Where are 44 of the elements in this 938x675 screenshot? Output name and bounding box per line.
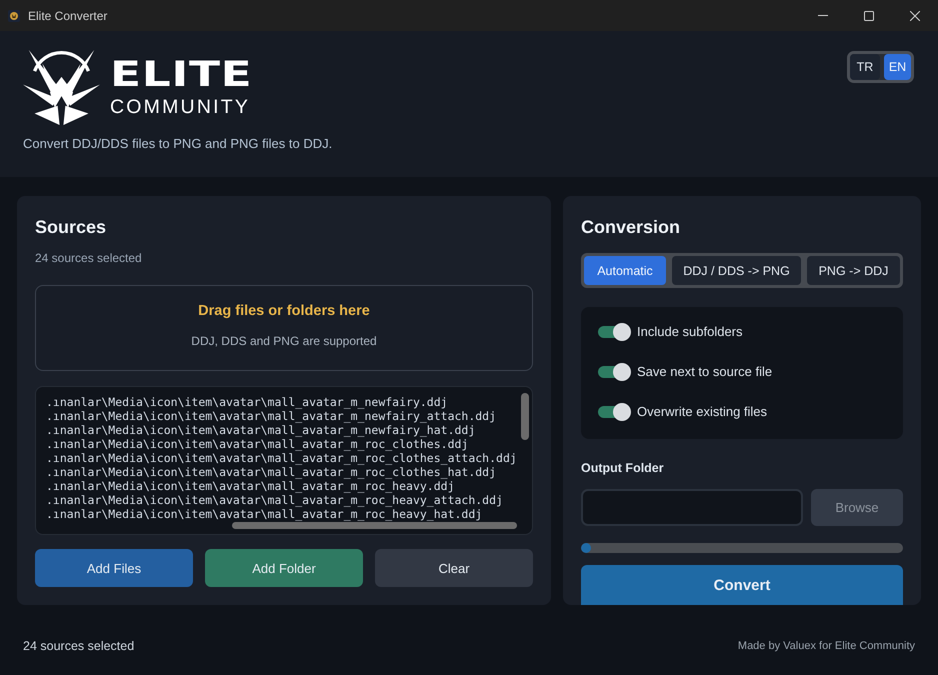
logo-wordmark: ELITE — [110, 58, 252, 92]
maximize-icon[interactable] — [864, 10, 874, 20]
field-label: Output Folder — [581, 460, 665, 476]
vertical-scrollbar[interactable] — [521, 393, 529, 440]
logo-emblem-icon — [23, 50, 100, 125]
horizontal-scrollbar[interactable] — [232, 522, 517, 529]
language-button[interactable]: TR — [850, 54, 880, 80]
file-path[interactable]: .ınanlar\Media\icon\item\avatar\mall_avatar_m_roc_heavy_hat.ddj — [46, 507, 482, 521]
logo-subtitle: COMMUNITY — [110, 97, 250, 117]
drop-zone[interactable]: Drag files or folders here DDJ, DDS and PNG are supported — [35, 285, 533, 371]
mode-tab[interactable]: PNG -> DDJ — [807, 256, 900, 285]
option-label: Include subfolders — [637, 324, 743, 340]
close-icon[interactable] — [910, 10, 920, 20]
output-folder-field[interactable] — [581, 489, 803, 526]
add-folder-button[interactable]: Add Folder — [205, 549, 363, 587]
clear-button[interactable]: Clear — [375, 549, 533, 587]
file-path[interactable]: .ınanlar\Media\icon\item\avatar\mall_avatar_m_roc_heavy.ddj — [46, 479, 454, 493]
file-path[interactable]: .ınanlar\Media\icon\item\avatar\mall_avatar_m_roc_clothes_hat.ddj — [46, 465, 496, 479]
toggle-switch[interactable] — [598, 363, 631, 381]
toggle-switch[interactable] — [598, 403, 631, 421]
panel-title: Conversion — [581, 216, 682, 238]
app-description: Convert DDJ/DDS files to PNG and PNG files to DDJ. — [23, 136, 334, 152]
file-path[interactable]: .ınanlar\Media\icon\item\avatar\mall_avatar_m_roc_clothes_attach.ddj — [46, 451, 517, 465]
mode-tab[interactable]: DDJ / DDS -> PNG — [672, 256, 801, 285]
option-label: Save next to source file — [637, 364, 772, 380]
drop-zone-title: Drag files or folders here — [198, 302, 370, 320]
file-path[interactable]: .ınanlar\Media\icon\item\avatar\mall_avatar_m_newfairy_hat.ddj — [46, 423, 476, 437]
drop-zone-hint: DDJ, DDS and PNG are supported — [191, 333, 377, 349]
mode-tab[interactable]: Automatic — [584, 256, 666, 285]
status-text: 24 sources selected — [23, 639, 134, 653]
file-path[interactable]: .ınanlar\Media\icon\item\avatar\mall_avatar_m_newfairy_attach.ddj — [46, 409, 496, 423]
language-button[interactable]: EN — [884, 54, 911, 80]
credit-text: Made by Valuex for Elite Community — [738, 640, 915, 652]
file-path[interactable]: .ınanlar\Media\icon\item\avatar\mall_avatar_m_roc_clothes.ddj — [46, 437, 468, 451]
panel-title: Sources — [35, 216, 108, 238]
convert-button[interactable]: Convert — [581, 565, 903, 605]
file-path[interactable]: .ınanlar\Media\icon\item\avatar\mall_avatar_m_roc_heavy_attach.ddj — [46, 493, 503, 507]
option-label: Overwrite existing files — [637, 404, 768, 420]
app-icon — [8, 10, 20, 22]
add-files-button[interactable]: Add Files — [35, 549, 193, 587]
selection-count: 24 sources selected — [35, 250, 143, 266]
window-title: Elite Converter — [28, 8, 108, 22]
file-path[interactable]: .ınanlar\Media\icon\item\avatar\mall_avatar_m_newfairy.ddj — [46, 395, 448, 409]
toggle-switch[interactable] — [598, 323, 631, 341]
